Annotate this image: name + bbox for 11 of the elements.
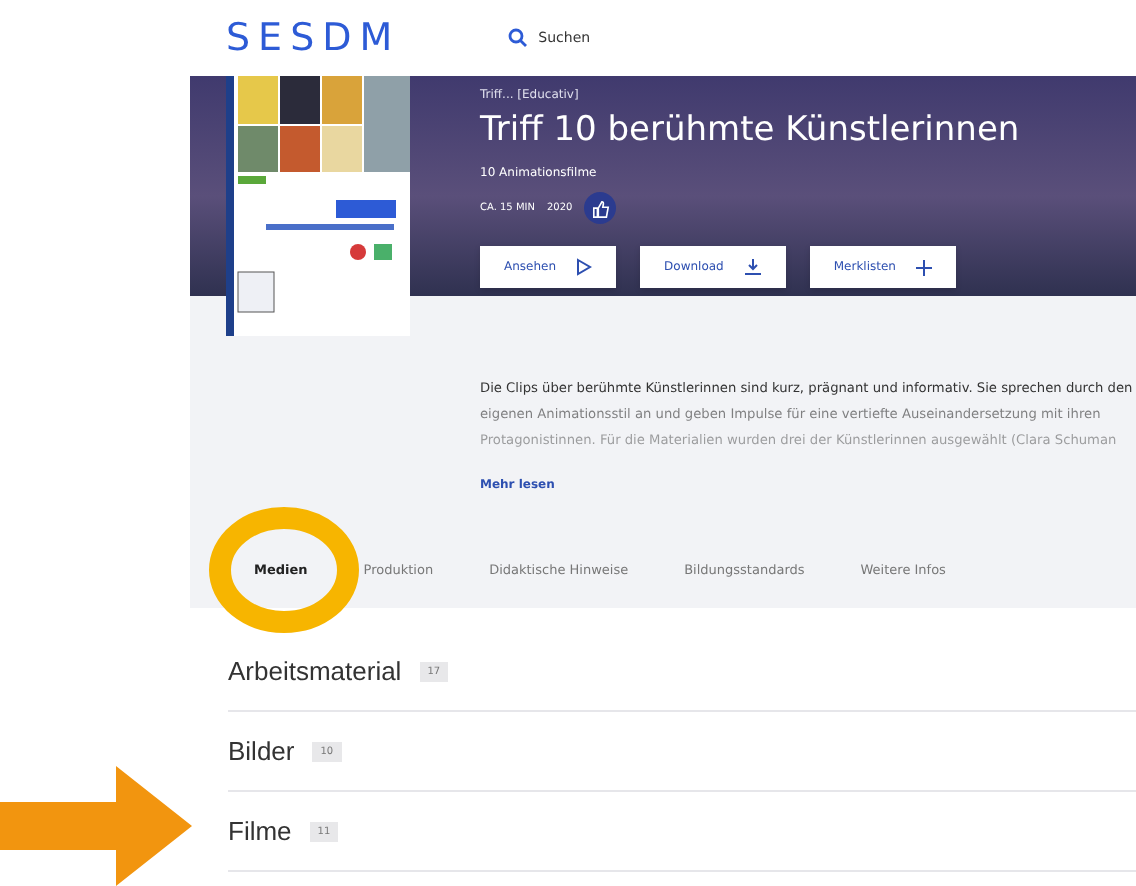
section-heading[interactable]: Arbeitsmaterial (228, 656, 402, 686)
section-heading[interactable]: Bilder (228, 736, 295, 766)
play-icon (576, 258, 593, 276)
download-icon (743, 258, 762, 276)
section-heading[interactable]: Filme (228, 816, 292, 846)
logo[interactable]: SESDM (226, 16, 401, 60)
title: Triff 10 berühmte Künstlerinnen (480, 110, 1022, 150)
search-icon (508, 28, 529, 48)
thumbs-up-icon (591, 199, 610, 217)
plus-icon (915, 259, 932, 275)
like-button[interactable] (584, 192, 617, 224)
